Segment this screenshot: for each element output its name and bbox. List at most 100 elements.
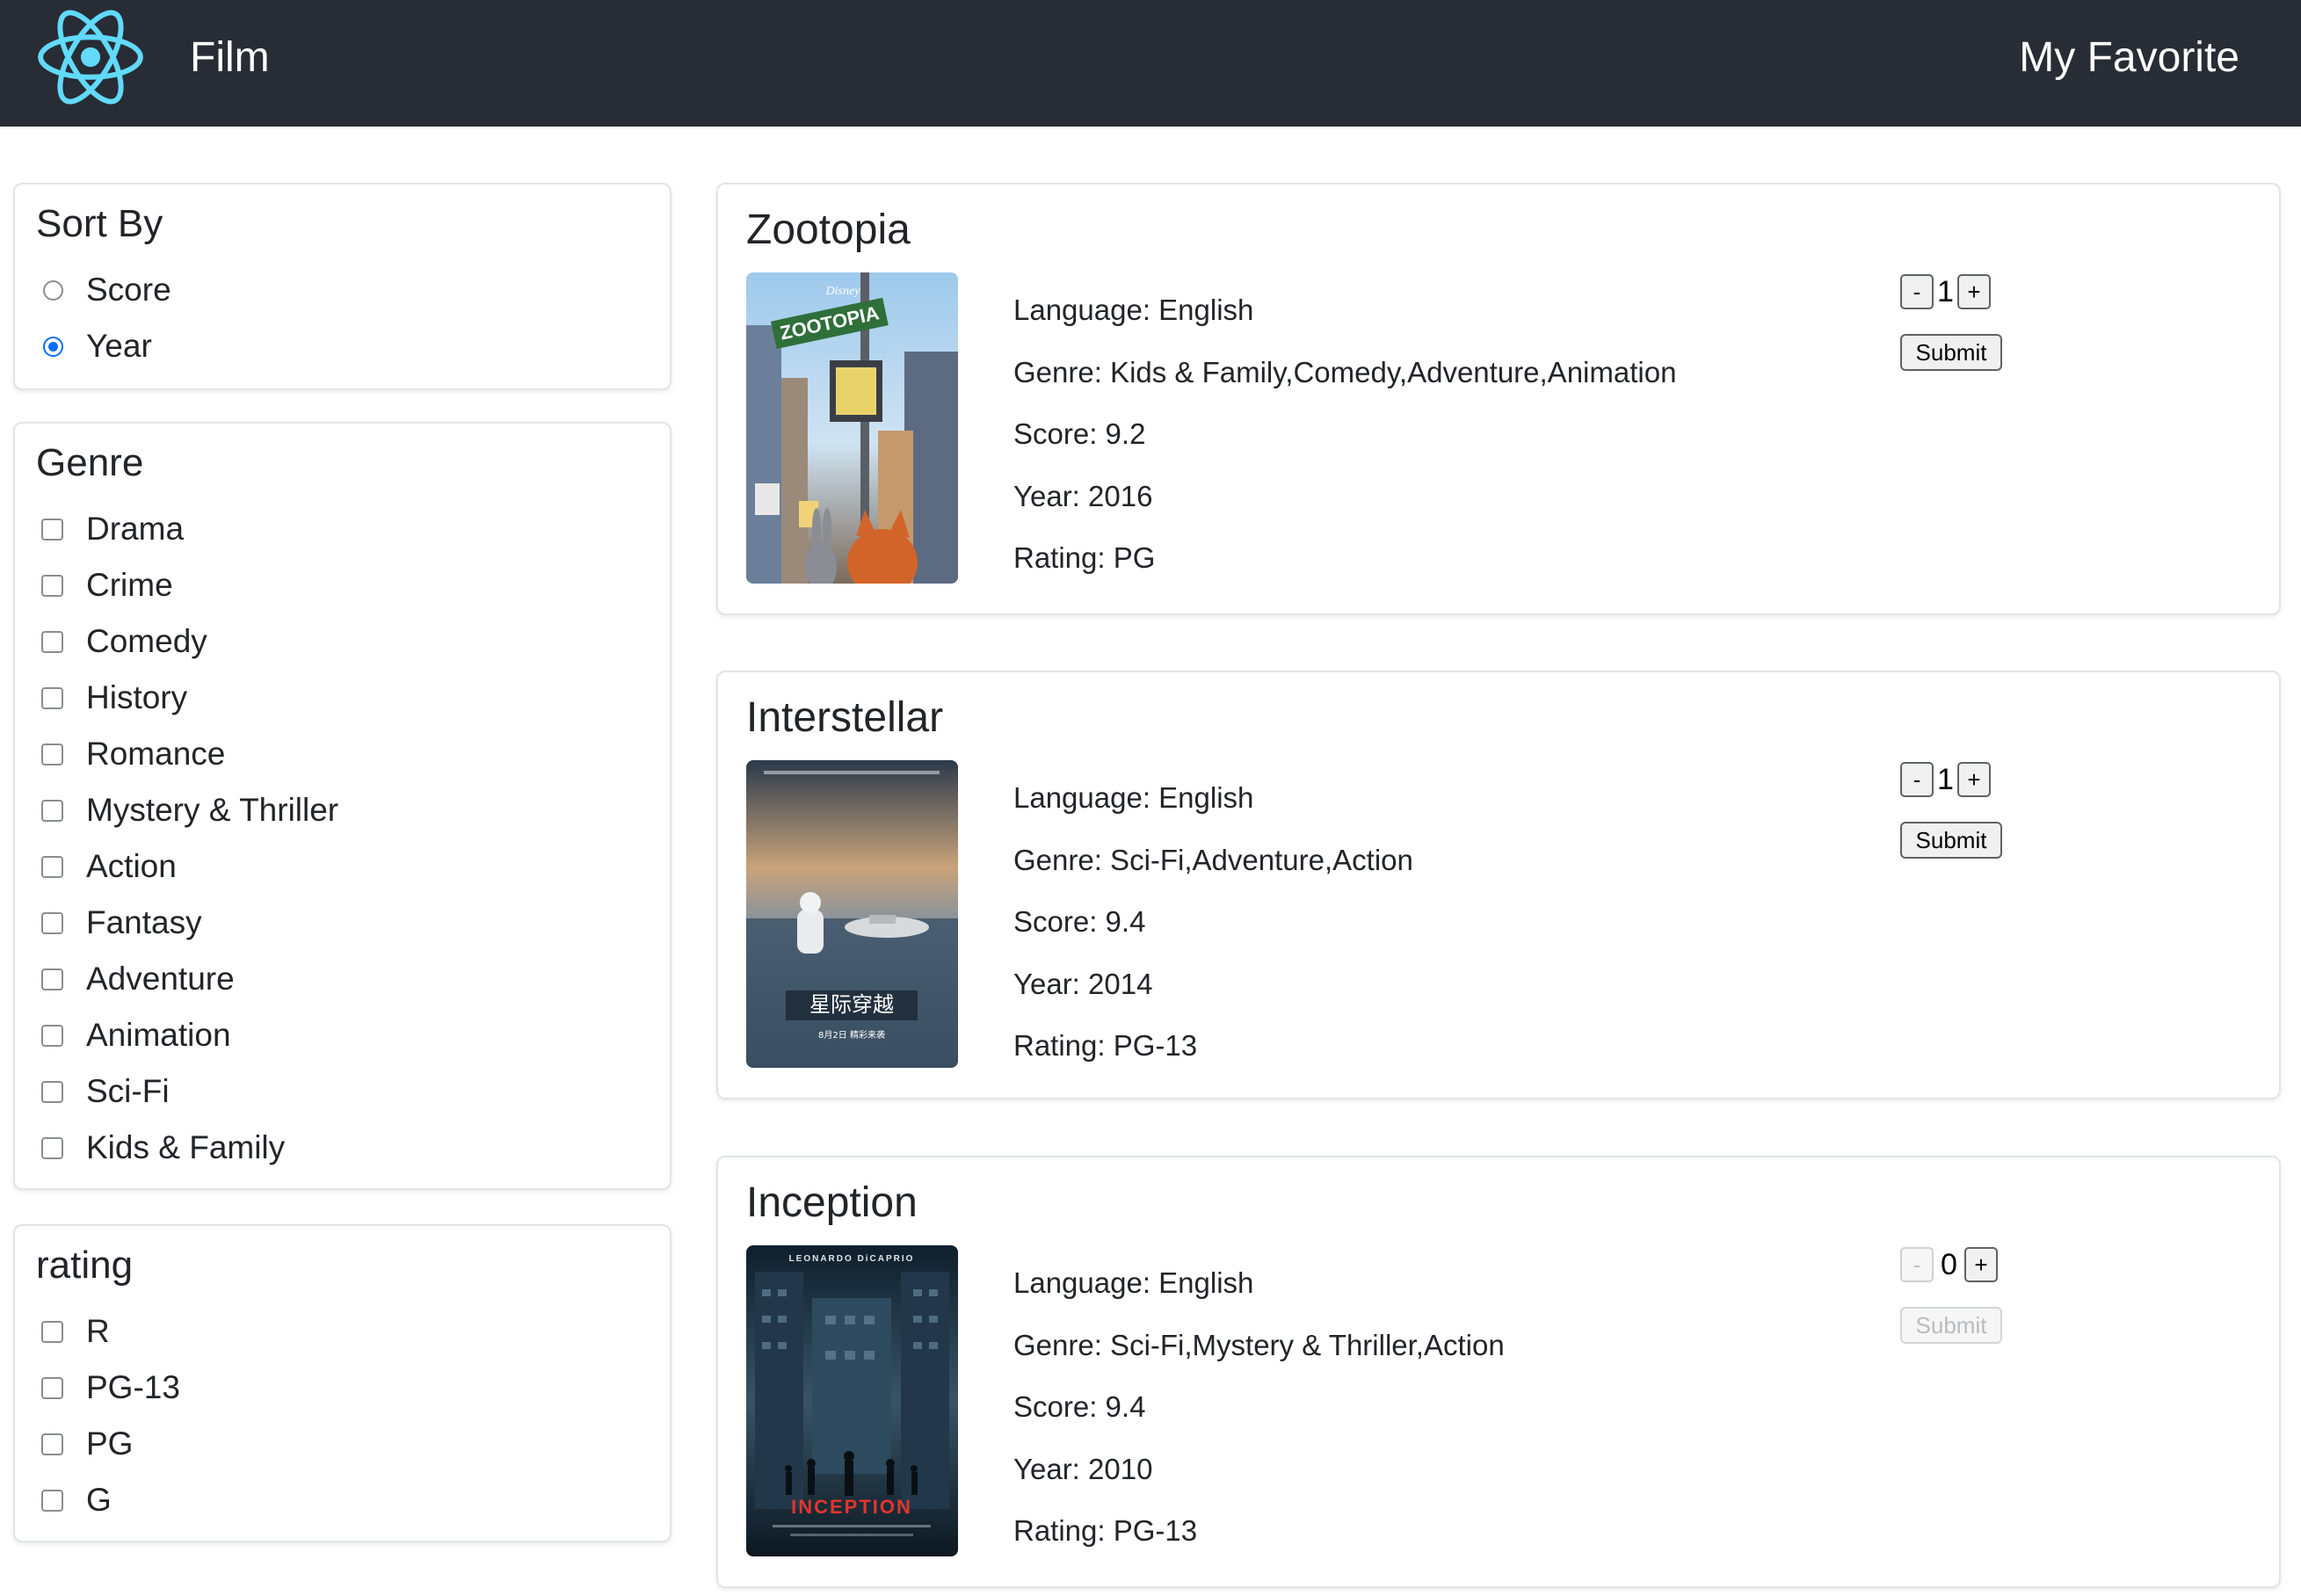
genre-option-fantasy[interactable]: Fantasy [41,895,338,951]
genre-option-adventure[interactable]: Adventure [41,951,338,1007]
genre-option-comedy[interactable]: Comedy [41,613,338,670]
genre-option-sci-fi[interactable]: Sci-Fi [41,1063,338,1120]
rating-option-pg[interactable]: PG [41,1416,180,1472]
movie-poster: 星际穿越 8月2日 精彩来袭 [746,760,958,1068]
drama-checkbox[interactable] [41,518,63,540]
animation-checkbox[interactable] [41,1024,63,1047]
adventure-checkbox[interactable] [41,968,63,990]
quantity-stepper: - 1 + [1900,272,1991,311]
kids-family-checkbox[interactable] [41,1136,63,1159]
poster-studio: Disney [825,285,861,298]
movie-title: Zootopia [746,207,911,253]
genre-option-mystery-thriller[interactable]: Mystery & Thriller [41,782,338,838]
rating-option-r[interactable]: R [41,1303,180,1360]
genre-option-animation[interactable]: Animation [41,1007,338,1063]
increment-button[interactable]: + [1956,274,1991,309]
poster-date: 8月2日 精彩来袭 [818,1029,885,1041]
decrement-button[interactable]: - [1900,762,1934,797]
movie-year: Year: 2014 [1013,967,1153,1000]
sort-option-score[interactable]: Score [41,262,171,318]
genre-option-label: Mystery & Thriller [86,792,339,828]
submit-button[interactable]: Submit [1900,334,2002,371]
movie-language: Language: English [1013,781,1254,814]
increment-button[interactable]: + [1956,762,1991,797]
genre-option-label: History [86,679,188,715]
history-checkbox[interactable] [41,686,63,709]
quantity-value: 1 [1937,275,1954,308]
rating-option-label: PG-13 [86,1369,180,1405]
movie-year: Year: 2010 [1013,1452,1153,1485]
sort-option-label: Year [86,328,152,364]
movie-score: Score: 9.4 [1013,1390,1146,1423]
genre-option-label: Animation [86,1017,231,1053]
submit-button[interactable]: Submit [1900,1307,2002,1344]
rating-option-pg-13[interactable]: PG-13 [41,1360,180,1416]
movie-poster: LEONARDO DiCAPRIO INCEPTION [746,1245,958,1556]
movie-card: Zootopia ZOOTOPIA Disney Language: Engli… [716,183,2281,615]
genre-title: Genre [36,441,144,484]
movie-info: Language: English Genre: Kids & Family,C… [1013,279,1676,590]
rating-option-label: PG [86,1426,134,1462]
increment-button[interactable]: + [1963,1247,1998,1282]
genre-option-action[interactable]: Action [41,838,338,895]
quantity-stepper: - 0 + [1900,1245,1998,1284]
rating-option-label: R [86,1313,110,1349]
sort-option-label: Score [86,272,171,308]
genre-filter-panel: Genre Drama Crime Comedy History Romance… [13,422,671,1190]
movie-rating: Rating: PG-13 [1013,1029,1198,1062]
pg-checkbox[interactable] [41,1433,63,1455]
genre-option-label: Drama [86,511,185,547]
rating-option-label: G [86,1482,112,1518]
decrement-button[interactable]: - [1900,274,1934,309]
movie-title: Interstellar [746,694,944,741]
movie-info: Language: English Genre: Sci-Fi,Mystery … [1013,1252,1505,1563]
action-checkbox[interactable] [41,855,63,878]
fantasy-checkbox[interactable] [41,911,63,934]
g-checkbox[interactable] [41,1489,63,1512]
sort-options: Score Year [41,262,171,374]
rating-options: R PG-13 PG G [41,1303,180,1528]
pg-13-checkbox[interactable] [41,1376,63,1399]
movie-info: Language: English Genre: Sci-Fi,Adventur… [1013,767,1413,1077]
movie-rating: Rating: PG-13 [1013,1514,1198,1547]
genre-option-label: Sci-Fi [86,1073,170,1109]
genre-option-history[interactable]: History [41,670,338,726]
genre-option-kids-family[interactable]: Kids & Family [41,1120,338,1176]
top-navbar: Film My Favorite [0,0,2301,127]
genre-option-label: Romance [86,736,226,772]
movie-genre: Genre: Kids & Family,Comedy,Adventure,An… [1013,355,1677,388]
year-radio[interactable] [43,336,63,357]
mystery-thriller-checkbox[interactable] [41,799,63,822]
movie-language: Language: English [1013,294,1254,326]
movie-card: Interstellar 星际穿越 8月2日 精彩来袭 Language: En… [716,671,2281,1099]
romance-checkbox[interactable] [41,743,63,765]
sort-option-year[interactable]: Year [41,318,171,374]
submit-button[interactable]: Submit [1900,822,2002,859]
genre-option-label: Fantasy [86,904,202,940]
crime-checkbox[interactable] [41,574,63,597]
genre-option-label: Adventure [86,961,235,997]
r-checkbox[interactable] [41,1320,63,1343]
decrement-button[interactable]: - [1900,1247,1934,1282]
comedy-checkbox[interactable] [41,630,63,653]
brand-link[interactable]: Film [190,33,270,83]
rating-filter-panel: rating R PG-13 PG G [13,1224,671,1542]
movie-language: Language: English [1013,1266,1254,1299]
movie-genre: Genre: Sci-Fi,Mystery & Thriller,Action [1013,1328,1505,1361]
genre-option-crime[interactable]: Crime [41,557,338,613]
rating-option-g[interactable]: G [41,1472,180,1528]
genre-option-romance[interactable]: Romance [41,726,338,782]
quantity-value: 0 [1941,1248,1957,1281]
score-radio[interactable] [43,279,63,301]
sort-by-panel: Sort By Score Year [13,183,671,390]
genre-option-drama[interactable]: Drama [41,501,338,557]
my-favorite-link[interactable]: My Favorite [2019,33,2239,83]
movie-year: Year: 2016 [1013,479,1153,512]
genre-option-label: Action [86,848,177,884]
genre-option-label: Kids & Family [86,1129,286,1165]
poster-title: 星际穿越 [809,992,894,1017]
sort-by-title: Sort By [36,202,163,245]
react-atom-icon[interactable] [33,0,148,114]
sci-fi-checkbox[interactable] [41,1080,63,1103]
quantity-value: 1 [1937,763,1954,796]
